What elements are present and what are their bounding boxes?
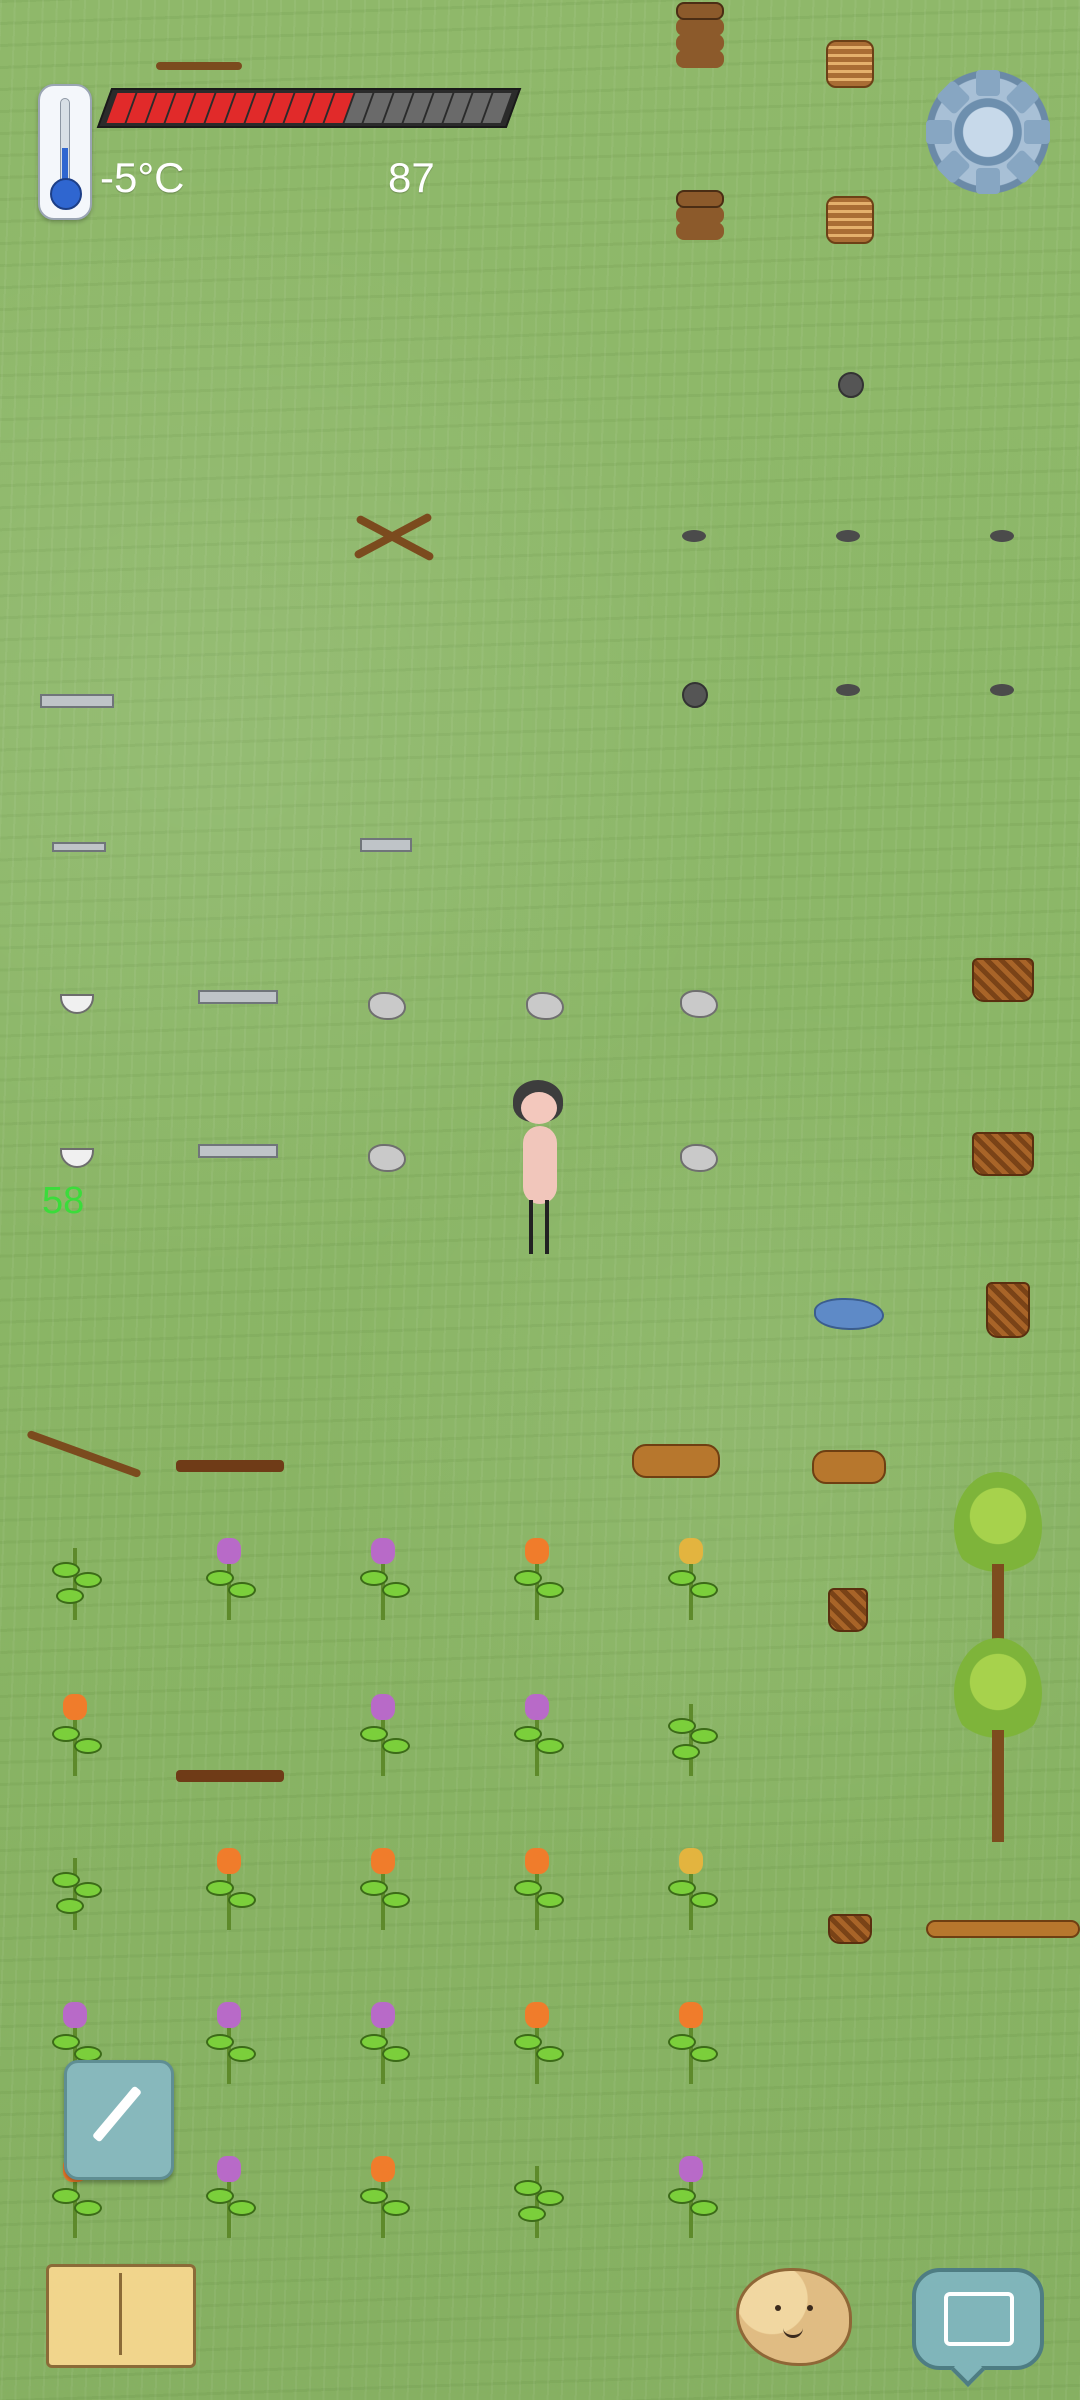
gear-tooth (1024, 120, 1050, 144)
plant[interactable] (198, 2148, 260, 2244)
potato-face-icon[interactable] (736, 2268, 852, 2366)
potato-eye (775, 2305, 781, 2311)
sharp-stone[interactable] (368, 992, 406, 1020)
plant[interactable] (352, 1840, 414, 1936)
book-icon[interactable] (46, 2264, 196, 2368)
metal-rod[interactable] (360, 838, 412, 852)
green-value-label: 58 (42, 1180, 85, 1222)
rope-coil[interactable] (826, 40, 874, 88)
shovel[interactable] (26, 1429, 142, 1479)
left-leg (529, 1200, 533, 1254)
tree[interactable] (944, 1618, 1054, 1848)
rope-coil[interactable] (826, 196, 874, 244)
plant[interactable] (44, 1530, 106, 1626)
gear-tooth (926, 120, 952, 144)
plant[interactable] (198, 1530, 260, 1626)
woven-item[interactable] (986, 1282, 1030, 1338)
plant[interactable] (506, 2148, 568, 2244)
plant[interactable] (198, 1994, 260, 2090)
thermometer-bulb (50, 178, 82, 210)
right-leg (545, 1200, 549, 1254)
insect[interactable] (990, 530, 1014, 542)
gear-icon[interactable] (926, 70, 1050, 194)
plant[interactable] (660, 1530, 722, 1626)
blue-cloth[interactable] (814, 1298, 884, 1330)
plant[interactable] (660, 1994, 722, 2090)
insect[interactable] (990, 684, 1014, 696)
plant[interactable] (44, 1686, 106, 1782)
dirt-pile[interactable] (176, 1770, 284, 1782)
bucket[interactable] (828, 1588, 868, 1632)
wooden-disc-stack[interactable] (676, 2, 724, 20)
health-bar (96, 88, 522, 128)
plant[interactable] (506, 1840, 568, 1936)
small-basket[interactable] (828, 1914, 872, 1944)
metal-bar[interactable] (198, 1144, 278, 1158)
insect[interactable] (682, 530, 706, 542)
plant[interactable] (198, 1840, 260, 1936)
plant[interactable] (506, 1994, 568, 2090)
thermometer-icon (38, 84, 92, 220)
plant[interactable] (660, 1686, 722, 1782)
insect[interactable] (836, 530, 860, 542)
head (521, 1092, 557, 1124)
tree-trunk (992, 1730, 1004, 1842)
pencil-icon[interactable] (64, 2060, 174, 2180)
basket[interactable] (972, 1132, 1034, 1176)
metal-bar[interactable] (198, 990, 278, 1004)
torso (523, 1126, 557, 1204)
gear-tooth (976, 168, 1000, 194)
log-pile[interactable] (632, 1444, 720, 1478)
plant[interactable] (660, 1840, 722, 1936)
wooden-disc-stack[interactable] (676, 190, 724, 208)
keyboard-icon[interactable] (912, 2268, 1044, 2370)
potato-eye (807, 2305, 813, 2311)
insect[interactable] (836, 684, 860, 696)
plant[interactable] (352, 2148, 414, 2244)
sharp-stone[interactable] (680, 1144, 718, 1172)
stone[interactable] (682, 682, 708, 708)
plant[interactable] (660, 2148, 722, 2244)
plant[interactable] (352, 1994, 414, 2090)
stone-bowl[interactable] (60, 1148, 94, 1168)
metal-bar[interactable] (40, 694, 114, 708)
flint-chip[interactable] (526, 992, 564, 1020)
knife[interactable] (52, 842, 106, 852)
player-character[interactable] (505, 1080, 575, 1270)
keyboard-shape (944, 2292, 1014, 2346)
plant[interactable] (506, 1530, 568, 1626)
branch[interactable] (156, 62, 242, 70)
log[interactable] (812, 1450, 886, 1484)
stone-bowl[interactable] (60, 994, 94, 1014)
plant[interactable] (352, 1686, 414, 1782)
sharp-stone[interactable] (368, 1144, 406, 1172)
gear-tooth (976, 70, 1000, 96)
plant[interactable] (506, 1686, 568, 1782)
long-branch[interactable] (926, 1920, 1080, 1938)
plant[interactable] (44, 1840, 106, 1936)
dirt-pile[interactable] (176, 1460, 284, 1472)
temperature-readout: -5°C (100, 154, 185, 201)
sharp-stone[interactable] (680, 990, 718, 1018)
plant[interactable] (352, 1530, 414, 1626)
potato-mouth (783, 2327, 803, 2338)
pencil-icon-shape (91, 2085, 143, 2143)
counter-readout: 87 (388, 154, 435, 201)
stone[interactable] (838, 372, 864, 398)
basket[interactable] (972, 958, 1034, 1002)
